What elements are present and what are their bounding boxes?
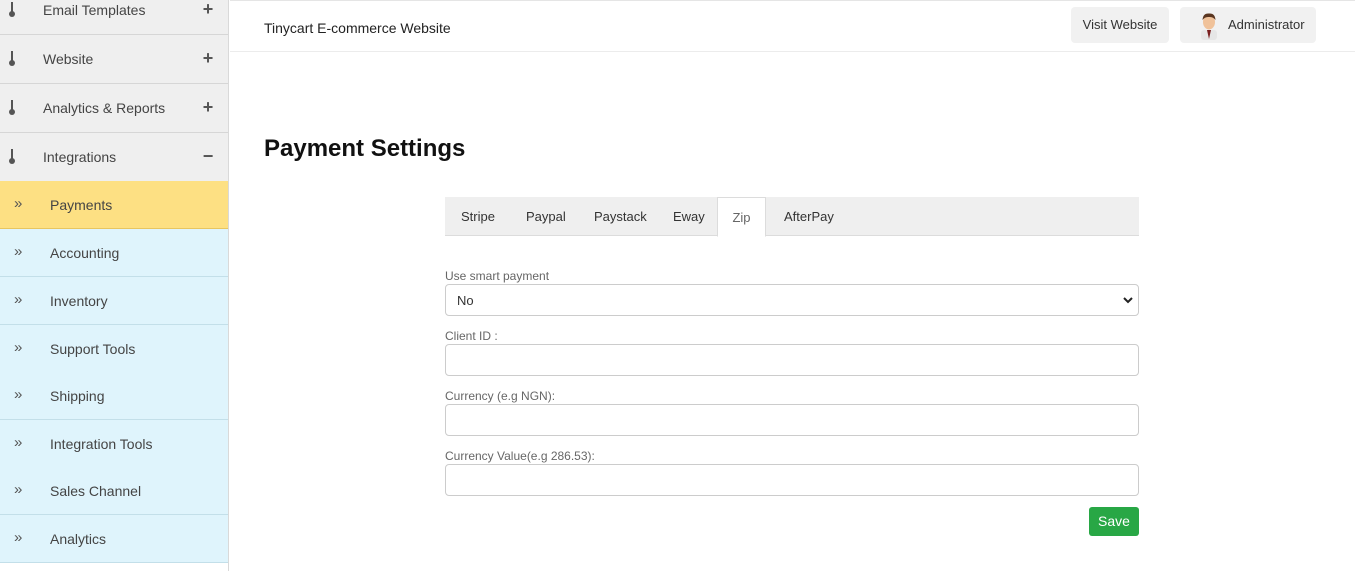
user-name: Administrator: [1228, 17, 1305, 32]
sidebar-section-label: Integrations: [43, 149, 117, 165]
sidebar-section-integrations[interactable]: Integrations −: [0, 133, 228, 182]
sidebar-item-payments[interactable]: » Payments: [0, 181, 228, 229]
sidebar-item-label: Support Tools: [50, 341, 136, 357]
currency-value-input[interactable]: [445, 464, 1139, 496]
sidebar-item-label: Shipping: [50, 388, 105, 404]
sidebar-item-inventory[interactable]: » Inventory: [0, 277, 228, 325]
currency-value-label: Currency Value(e.g 286.53):: [445, 449, 595, 463]
sidebar-item-label: Inventory: [50, 293, 108, 309]
page-title: Payment Settings: [264, 135, 466, 162]
sidebar-section-label: Email Templates: [43, 2, 146, 18]
double-chevron-right-icon: »: [14, 386, 23, 403]
collapse-icon[interactable]: −: [201, 147, 215, 165]
currency-input[interactable]: [445, 404, 1139, 436]
sidebar-item-sales-channel[interactable]: » Sales Channel: [0, 467, 228, 515]
tab-stripe[interactable]: Stripe: [461, 197, 495, 236]
sidebar-section-website[interactable]: Website +: [0, 35, 228, 84]
smart-payment-value: No: [457, 293, 474, 308]
client-id-label: Client ID :: [445, 329, 498, 343]
tab-paystack[interactable]: Paystack: [594, 197, 647, 236]
sidebar-item-label: Integration Tools: [50, 436, 153, 452]
sidebar-item-label: Payments: [50, 197, 113, 213]
double-chevron-right-icon: »: [14, 243, 23, 260]
double-chevron-right-icon: »: [14, 529, 23, 546]
tab-paypal[interactable]: Paypal: [526, 197, 566, 236]
double-chevron-right-icon: »: [14, 481, 23, 498]
thermometer-icon: [9, 51, 15, 66]
visit-website-button[interactable]: Visit Website: [1071, 7, 1169, 43]
thermometer-icon: [9, 149, 15, 164]
sidebar-item-label: Accounting: [50, 245, 120, 261]
avatar-icon: [1201, 13, 1217, 40]
sidebar-item-integration-tools[interactable]: » Integration Tools: [0, 420, 228, 468]
sidebar-item-accounting[interactable]: » Accounting: [0, 229, 228, 277]
app: Email Templates + Website + Analytics & …: [0, 0, 1355, 571]
site-title: Tinycart E-commerce Website: [264, 20, 451, 36]
tab-afterpay[interactable]: AfterPay: [784, 197, 834, 236]
sidebar-item-analytics[interactable]: » Analytics: [0, 515, 228, 563]
chevron-down-icon: [1123, 297, 1133, 304]
client-id-input[interactable]: [445, 344, 1139, 376]
thermometer-icon: [9, 2, 15, 17]
sidebar-section-email-templates[interactable]: Email Templates +: [0, 0, 228, 35]
thermometer-icon: [9, 100, 15, 115]
tab-eway[interactable]: Eway: [673, 197, 705, 236]
top-header: Tinycart E-commerce Website Visit Websit…: [230, 0, 1355, 52]
double-chevron-right-icon: »: [14, 434, 23, 451]
payment-provider-tabs: Stripe Paypal Paystack Eway Zip AfterPay: [445, 197, 1139, 237]
sidebar-item-label: Sales Channel: [50, 483, 142, 499]
user-menu-button[interactable]: Administrator: [1180, 7, 1316, 43]
tab-zip[interactable]: Zip: [717, 197, 766, 237]
double-chevron-right-icon: »: [14, 291, 23, 308]
sidebar-item-support-tools[interactable]: » Support Tools: [0, 325, 228, 373]
smart-payment-select[interactable]: No: [445, 284, 1139, 316]
double-chevron-right-icon: »: [14, 339, 23, 356]
save-button[interactable]: Save: [1089, 507, 1139, 536]
sidebar-item-label: Analytics: [50, 531, 107, 547]
sidebar: Email Templates + Website + Analytics & …: [0, 0, 229, 571]
expand-icon[interactable]: +: [201, 0, 215, 18]
smart-payment-label: Use smart payment: [445, 269, 550, 283]
expand-icon[interactable]: +: [201, 49, 215, 67]
sidebar-item-shipping[interactable]: » Shipping: [0, 372, 228, 420]
sidebar-section-label: Analytics & Reports: [43, 100, 166, 116]
expand-icon[interactable]: +: [201, 98, 215, 116]
sidebar-section-analytics-reports[interactable]: Analytics & Reports +: [0, 84, 228, 133]
currency-label: Currency (e.g NGN):: [445, 389, 556, 403]
sidebar-section-label: Website: [43, 51, 94, 67]
double-chevron-right-icon: »: [14, 195, 23, 212]
